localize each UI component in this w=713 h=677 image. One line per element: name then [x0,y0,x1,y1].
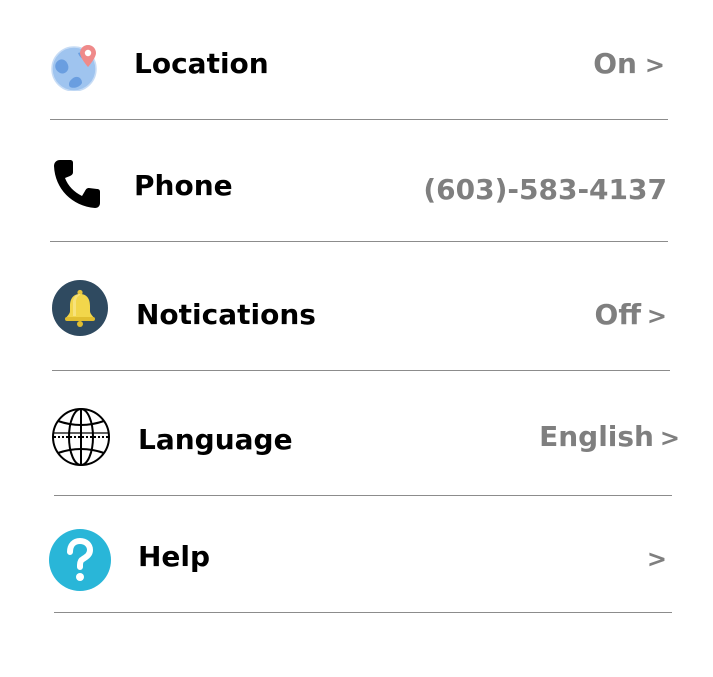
location-value: On [593,47,637,80]
bell-icon [52,280,108,336]
settings-list: Location On > Phone (603)-583-4137 Notic… [0,0,713,677]
help-label: Help [138,540,211,573]
help-icon [48,528,112,592]
chevron-right-icon: > [646,545,667,573]
chevron-right-icon: > [659,424,680,452]
language-row[interactable]: Language English > [0,371,713,495]
language-value: English [539,420,654,453]
phone-value: (603)-583-4137 [423,173,667,206]
notifications-row[interactable]: Notications Off > [0,242,713,370]
location-label: Location [134,47,269,80]
notifications-label: Notications [136,298,316,331]
language-label: Language [138,423,293,456]
location-row[interactable]: Location On > [0,0,713,120]
phone-label: Phone [134,169,233,202]
phone-icon [52,158,102,210]
globe-location-icon [50,43,98,91]
globe-language-icon [51,407,111,467]
divider [54,612,672,613]
help-row[interactable]: Help > [0,496,713,612]
phone-row[interactable]: Phone (603)-583-4137 [0,120,713,241]
notifications-value: Off [594,298,641,331]
chevron-right-icon: > [646,302,667,330]
chevron-right-icon: > [644,51,665,79]
